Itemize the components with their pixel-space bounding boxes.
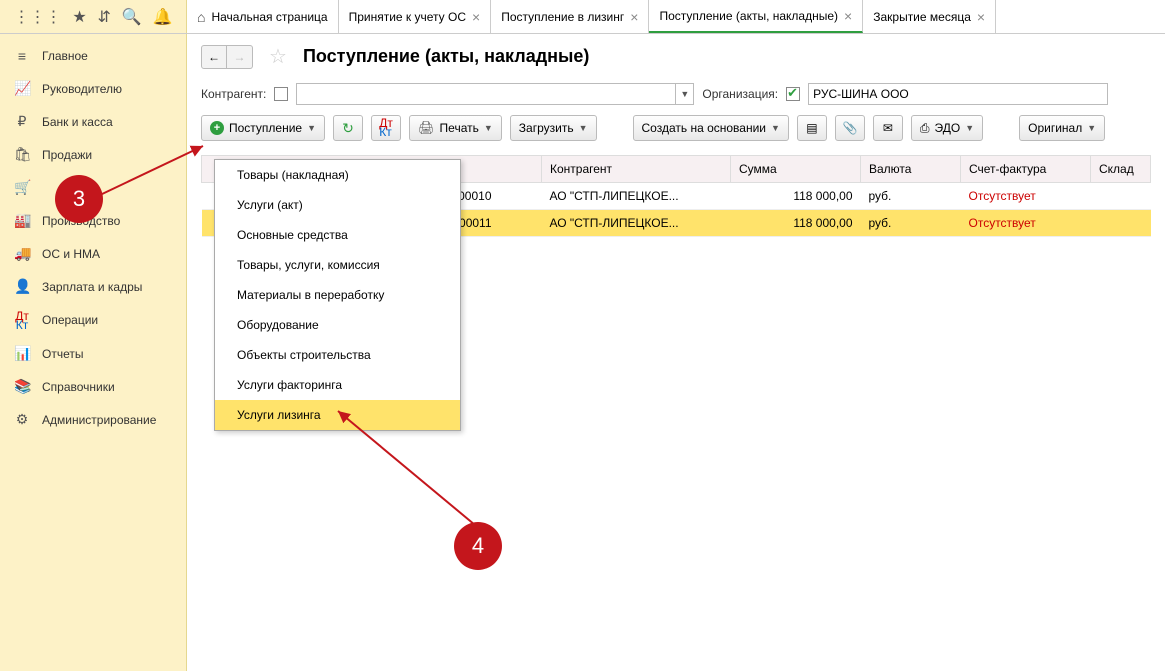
counterparty-input[interactable]: [296, 83, 676, 105]
mail-button[interactable]: ✉: [873, 115, 903, 141]
create-dropdown-menu: Товары (накладная) Услуги (акт) Основные…: [214, 159, 461, 431]
sidebar-item-main[interactable]: ≡Главное: [0, 40, 186, 72]
sidebar-item-os[interactable]: 🚚ОС и НМА: [0, 237, 186, 270]
sidebar: ≡Главное 📈Руководителю ₽Банк и касса 🛍Пр…: [0, 34, 187, 671]
forward-button[interactable]: →: [227, 45, 253, 69]
gear-icon: ⚙: [14, 411, 30, 428]
edo-icon: ⎙: [920, 121, 930, 136]
menu-item[interactable]: Товары, услуги, комиссия: [215, 250, 460, 280]
chevron-down-icon[interactable]: ▼: [676, 83, 694, 105]
sidebar-item-manager[interactable]: 📈Руководителю: [0, 72, 186, 105]
col-header-warehouse[interactable]: Склад: [1091, 156, 1151, 183]
menu-item[interactable]: Материалы в переработку: [215, 280, 460, 310]
tab-bar: ⌂ Начальная страница Принятие к учету ОС…: [187, 0, 1165, 33]
chart-icon: 📈: [14, 80, 30, 97]
based-on-button[interactable]: Создать на основании▼: [633, 115, 789, 141]
factory-icon: 🏭: [14, 212, 30, 229]
tab-item[interactable]: Поступление в лизинг ×: [491, 0, 649, 33]
menu-item[interactable]: Услуги (акт): [215, 190, 460, 220]
plus-icon: +: [210, 121, 224, 135]
sidebar-item-reports[interactable]: 📊Отчеты: [0, 337, 186, 370]
close-icon[interactable]: ×: [977, 9, 985, 25]
sidebar-item-admin[interactable]: ⚙Администрирование: [0, 403, 186, 436]
chevron-down-icon: ▼: [307, 123, 316, 133]
org-label: Организация:: [702, 87, 778, 101]
org-checkbox[interactable]: [786, 87, 800, 101]
top-icon-bar: ⋮⋮⋮ ★ ⇵ 🔍 🔔: [0, 0, 187, 33]
tab-item[interactable]: Принятие к учету ОС ×: [339, 0, 492, 33]
print-button[interactable]: 🖨Печать▼: [409, 115, 502, 141]
bell-icon[interactable]: 🔔: [153, 7, 173, 27]
tab-label: Начальная страница: [211, 10, 327, 24]
org-input[interactable]: [808, 83, 1108, 105]
counterparty-checkbox[interactable]: [274, 87, 288, 101]
menu-item[interactable]: Основные средства: [215, 220, 460, 250]
close-icon[interactable]: ×: [472, 9, 480, 25]
dtkt-button[interactable]: ДтКт: [371, 115, 401, 141]
home-icon: ⌂: [197, 9, 205, 25]
bag-icon: 🛍: [14, 146, 30, 163]
close-icon[interactable]: ×: [844, 8, 852, 24]
truck-icon: 🚚: [14, 245, 30, 262]
cart-icon: 🛒: [14, 179, 30, 196]
menu-item[interactable]: Товары (накладная): [215, 160, 460, 190]
sidebar-item-operations[interactable]: ДтКтОперации: [0, 303, 186, 337]
sidebar-item-bank[interactable]: ₽Банк и касса: [0, 105, 186, 138]
menu-item-highlighted[interactable]: Услуги лизинга: [215, 400, 460, 430]
back-button[interactable]: ←: [201, 45, 227, 69]
sidebar-item-sales[interactable]: 🛍Продажи: [0, 138, 186, 171]
dtkt-icon: ДтКт: [14, 311, 30, 329]
menu-icon: ≡: [14, 48, 30, 64]
clip-icon: 📎: [842, 121, 857, 135]
annotation-badge-4: 4: [454, 522, 502, 570]
tab-label: Принятие к учету ОС: [349, 10, 466, 24]
edo-button[interactable]: ⎙ЭДО▼: [911, 115, 983, 141]
counterparty-label: Контрагент:: [201, 87, 266, 101]
menu-item[interactable]: Оборудование: [215, 310, 460, 340]
bars-icon: 📊: [14, 345, 30, 362]
list-button[interactable]: ▤: [797, 115, 827, 141]
tab-label: Поступление (акты, накладные): [659, 9, 838, 23]
load-button[interactable]: Загрузить▼: [510, 115, 597, 141]
col-header-sum[interactable]: Сумма: [731, 156, 861, 183]
annotation-badge-3: 3: [55, 175, 103, 223]
tab-item-active[interactable]: Поступление (акты, накладные) ×: [649, 0, 863, 33]
close-icon[interactable]: ×: [630, 9, 638, 25]
col-header-currency[interactable]: Валюта: [861, 156, 961, 183]
menu-item[interactable]: Объекты строительства: [215, 340, 460, 370]
printer-icon: 🖨: [418, 120, 435, 136]
dtkt-icon: ДтКт: [379, 119, 393, 137]
person-icon: 👤: [14, 278, 30, 295]
attach-button[interactable]: 📎: [835, 115, 865, 141]
tab-label: Поступление в лизинг: [501, 10, 624, 24]
col-header-invoice[interactable]: Счет-фактура: [961, 156, 1091, 183]
create-button[interactable]: + Поступление ▼: [201, 115, 325, 141]
books-icon: 📚: [14, 378, 30, 395]
page-title: Поступление (акты, накладные): [303, 46, 589, 67]
list-icon: ▤: [806, 121, 817, 135]
swap-icon[interactable]: ⇵: [98, 7, 111, 27]
original-button[interactable]: Оригинал▼: [1019, 115, 1105, 141]
mail-icon: ✉: [883, 121, 893, 135]
tab-home[interactable]: ⌂ Начальная страница: [187, 0, 339, 33]
refresh-button[interactable]: ↻: [333, 115, 363, 141]
search-icon[interactable]: 🔍: [122, 7, 142, 27]
tab-label: Закрытие месяца: [873, 10, 971, 24]
sidebar-item-refs[interactable]: 📚Справочники: [0, 370, 186, 403]
refresh-icon: ↻: [342, 120, 354, 137]
tab-item[interactable]: Закрытие месяца ×: [863, 0, 996, 33]
star-icon[interactable]: ★: [72, 7, 86, 27]
menu-item[interactable]: Услуги факторинга: [215, 370, 460, 400]
sidebar-item-salary[interactable]: 👤Зарплата и кадры: [0, 270, 186, 303]
favorite-icon[interactable]: ☆: [269, 44, 287, 69]
apps-icon[interactable]: ⋮⋮⋮: [13, 7, 61, 27]
ruble-icon: ₽: [14, 113, 30, 130]
col-header-counterparty[interactable]: Контрагент: [542, 156, 731, 183]
